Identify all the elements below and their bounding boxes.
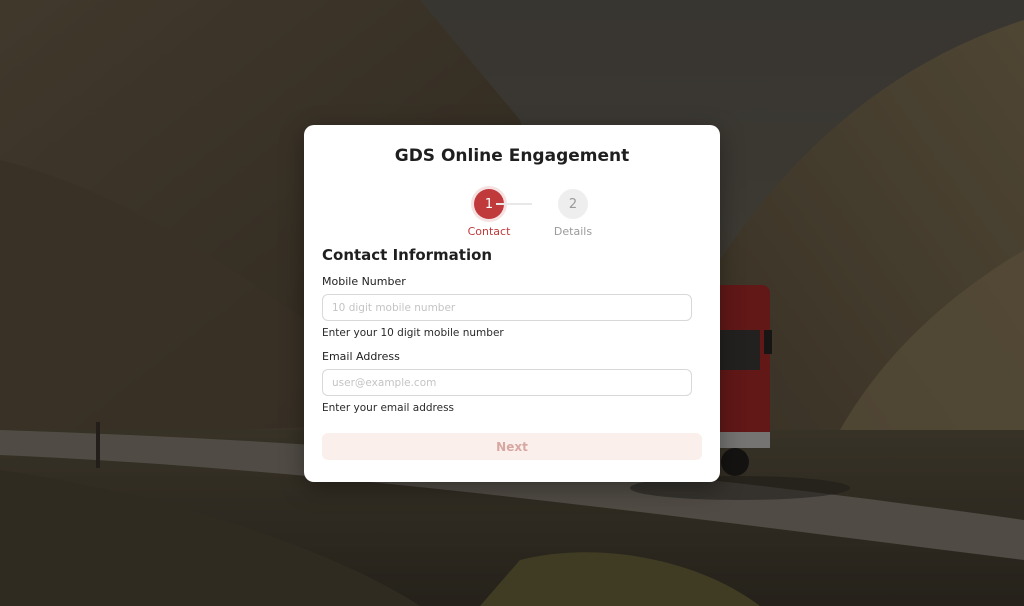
step-details: 2 Details bbox=[533, 189, 613, 238]
step-details-number: 2 bbox=[558, 189, 588, 219]
step-contact-label: Contact bbox=[467, 225, 511, 238]
step-details-label: Details bbox=[553, 225, 593, 238]
page-title: GDS Online Engagement bbox=[394, 146, 630, 166]
engagement-form-card: GDS Online Engagement 1 Contact 2 Detail… bbox=[304, 125, 720, 482]
email-label: Email Address bbox=[322, 350, 400, 363]
next-button[interactable]: Next bbox=[322, 433, 702, 460]
section-title: Contact Information bbox=[322, 246, 493, 264]
progress-stepper: 1 Contact 2 Details bbox=[322, 189, 702, 245]
email-helper-text: Enter your email address bbox=[322, 402, 455, 414]
mobile-label: Mobile Number bbox=[322, 275, 406, 288]
mobile-input[interactable] bbox=[322, 294, 692, 321]
email-input[interactable] bbox=[322, 369, 692, 396]
step-connector bbox=[496, 203, 532, 205]
mobile-helper-text: Enter your 10 digit mobile number bbox=[322, 327, 504, 339]
step-contact: 1 Contact bbox=[449, 189, 529, 238]
